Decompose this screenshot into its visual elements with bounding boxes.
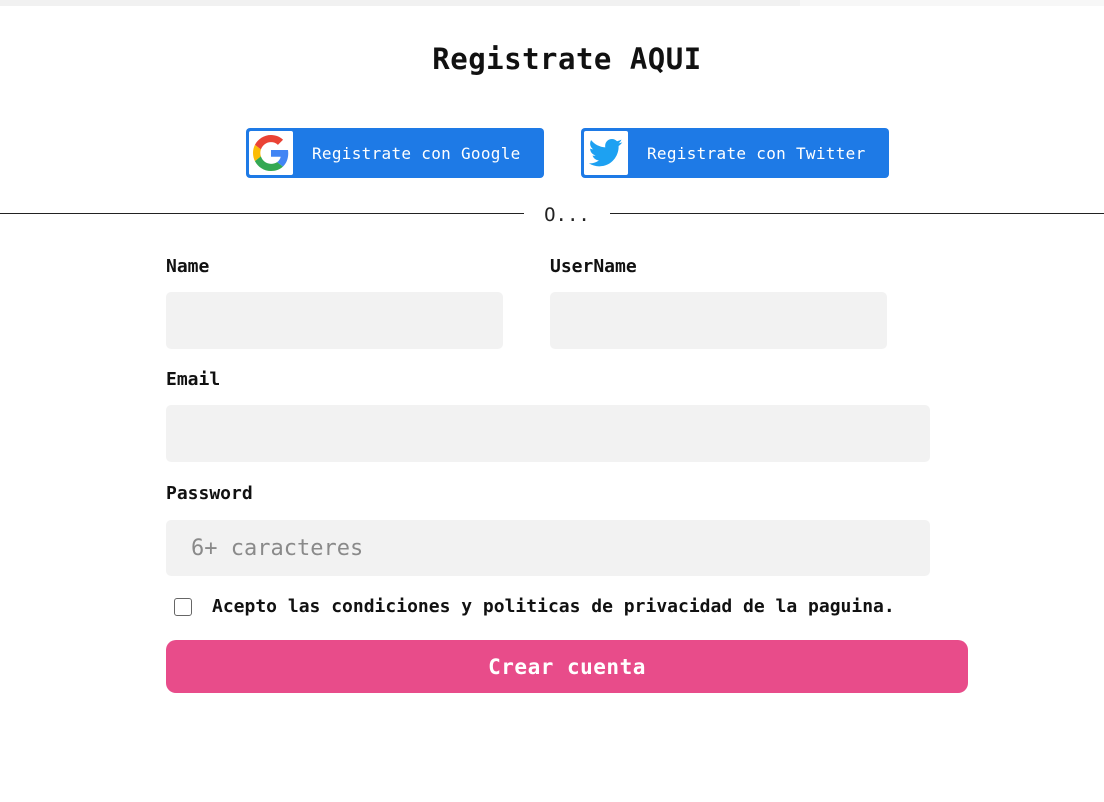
email-input[interactable]	[166, 405, 930, 462]
google-signup-label: Registrate con Google	[312, 143, 521, 163]
google-signup-button[interactable]: Registrate con Google	[246, 128, 544, 178]
twitter-signup-button[interactable]: Registrate con Twitter	[581, 128, 889, 178]
registration-page: Registrate AQUI Registrate con Google Re…	[0, 0, 1104, 802]
email-label: Email	[166, 369, 221, 390]
name-input[interactable]	[166, 292, 503, 349]
divider-text: O...	[544, 204, 590, 226]
terms-checkbox[interactable]	[174, 598, 192, 616]
password-label: Password	[166, 483, 253, 504]
password-input[interactable]	[166, 520, 930, 576]
divider-line-right	[610, 213, 1104, 214]
google-icon	[249, 131, 293, 175]
divider-line-left	[0, 213, 524, 214]
username-input[interactable]	[550, 292, 887, 349]
twitter-signup-label: Registrate con Twitter	[647, 143, 866, 163]
username-label: UserName	[550, 256, 637, 277]
page-title: Registrate AQUI	[432, 42, 702, 76]
create-account-button[interactable]: Crear cuenta	[166, 640, 968, 693]
terms-label: Acepto las condiciones y politicas de pr…	[212, 596, 895, 617]
name-label: Name	[166, 256, 210, 277]
twitter-icon	[584, 131, 628, 175]
